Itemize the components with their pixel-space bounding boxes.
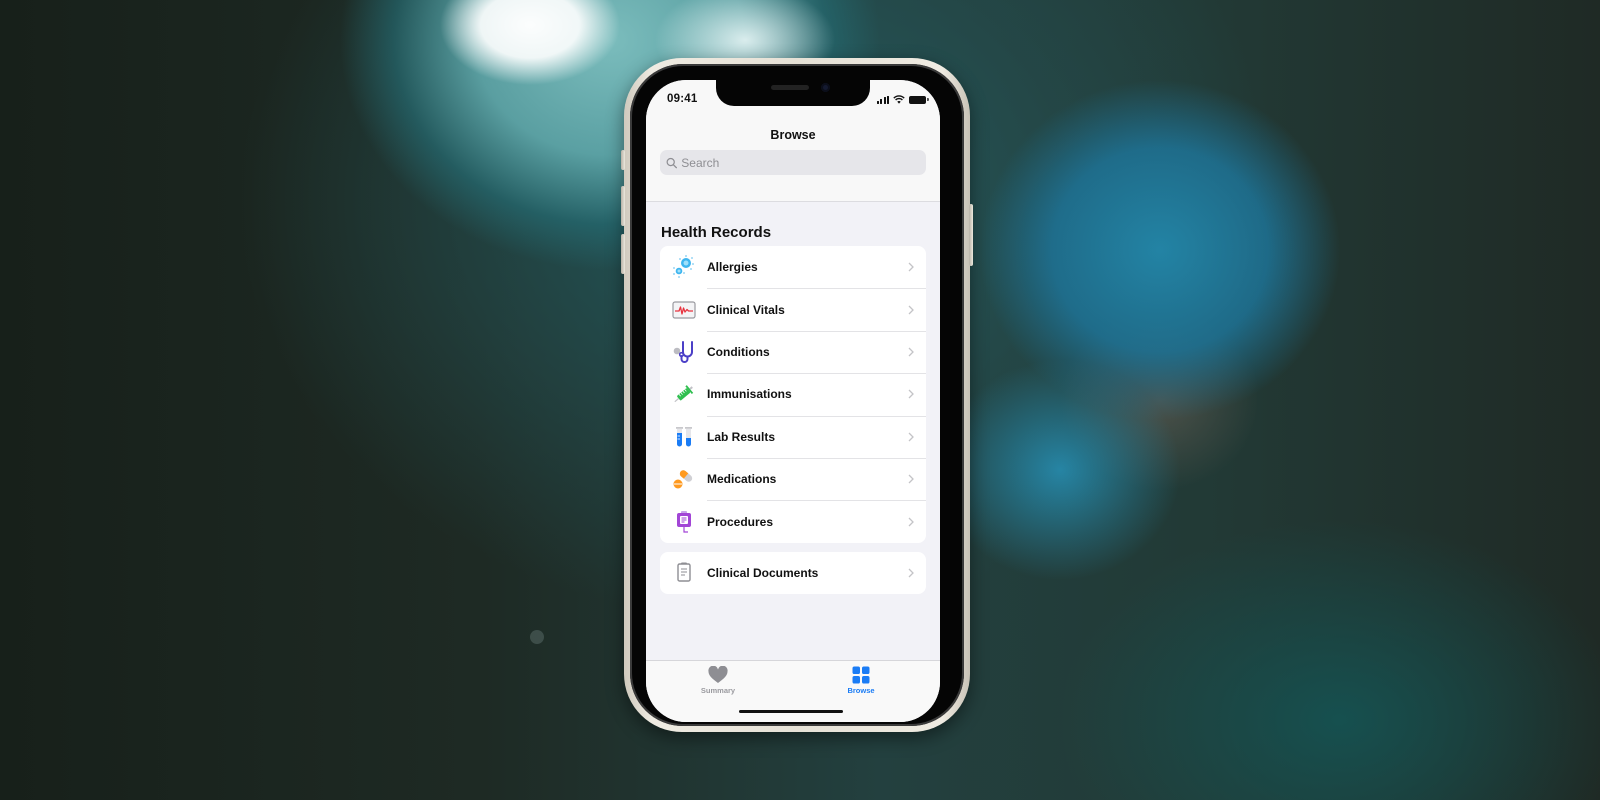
chevron-right-icon	[906, 472, 916, 486]
heart-icon	[708, 666, 728, 683]
pills-icon	[670, 465, 698, 493]
status-icons	[876, 95, 929, 104]
chevron-right-icon	[906, 303, 916, 317]
chevron-right-icon	[906, 260, 916, 274]
clinical-documents-list: Clinical Documents	[660, 552, 926, 595]
chevron-right-icon	[906, 515, 916, 529]
test-tubes-icon	[670, 423, 698, 451]
list-item-label: Immunisations	[707, 387, 792, 402]
home-indicator[interactable]	[739, 709, 843, 713]
chevron-right-icon	[906, 345, 916, 359]
list-item-label: Lab Results	[707, 429, 776, 444]
search-icon	[666, 157, 678, 168]
iphone-frame: 09:41 Browse Search Health Records Aller…	[621, 58, 973, 732]
tab-browse[interactable]: Browse	[821, 666, 901, 695]
chevron-right-icon	[906, 387, 916, 401]
section-title-health-records: Health Records	[661, 224, 772, 241]
list-item-label: Allergies	[707, 260, 758, 275]
list-item-medications[interactable]: Medications	[660, 457, 926, 500]
battery-icon	[909, 95, 929, 104]
search-bar[interactable]	[660, 150, 926, 175]
list-item-clinical-documents[interactable]: Clinical Documents	[660, 552, 926, 594]
earpiece-speaker	[771, 85, 809, 90]
health-records-list: Allergies Clinical Vitals Conditions Imm…	[660, 246, 926, 543]
stethoscope-icon	[670, 338, 698, 366]
tab-label: Browse	[847, 686, 875, 695]
volume-up-button	[621, 186, 625, 226]
list-item-label: Medications	[707, 472, 777, 487]
cellular-signal-icon	[876, 95, 889, 104]
list-item-label: Conditions	[707, 344, 770, 359]
list-item-procedures[interactable]: Procedures	[660, 500, 926, 542]
tab-bar: Summary Browse	[646, 660, 940, 722]
status-time: 09:41	[667, 93, 698, 105]
front-camera	[821, 83, 830, 92]
allergies-icon	[670, 253, 698, 281]
list-item-immunisations[interactable]: Immunisations	[660, 373, 926, 415]
list-item-allergies[interactable]: Allergies	[660, 246, 926, 288]
grid-icon	[852, 666, 870, 684]
notch	[716, 80, 870, 106]
background-light-speck	[530, 630, 544, 644]
mute-switch	[621, 150, 625, 170]
chevron-right-icon	[906, 566, 916, 580]
tab-summary[interactable]: Summary	[678, 666, 758, 695]
phone-bezel: 09:41 Browse Search Health Records Aller…	[630, 64, 964, 726]
search-input[interactable]	[681, 155, 926, 170]
procedures-icon	[670, 508, 698, 536]
power-button	[969, 204, 973, 266]
volume-down-button	[621, 234, 625, 274]
clipboard-icon	[670, 559, 698, 587]
tab-label: Summary	[700, 686, 736, 695]
list-item-label: Clinical Documents	[707, 566, 819, 581]
syringe-icon	[670, 380, 698, 408]
phone-screen: 09:41 Browse Search Health Records Aller…	[646, 80, 940, 722]
wifi-icon	[893, 95, 905, 104]
navigation-bar: Browse	[646, 120, 940, 202]
chevron-right-icon	[906, 430, 916, 444]
clinical-vitals-icon	[670, 296, 698, 324]
page-title: Browse	[770, 128, 816, 142]
list-item-clinical-vitals[interactable]: Clinical Vitals	[660, 288, 926, 330]
list-item-lab-results[interactable]: Lab Results	[660, 415, 926, 458]
list-item-conditions[interactable]: Conditions	[660, 330, 926, 373]
list-item-label: Clinical Vitals	[707, 302, 785, 317]
list-item-label: Procedures	[707, 514, 774, 529]
